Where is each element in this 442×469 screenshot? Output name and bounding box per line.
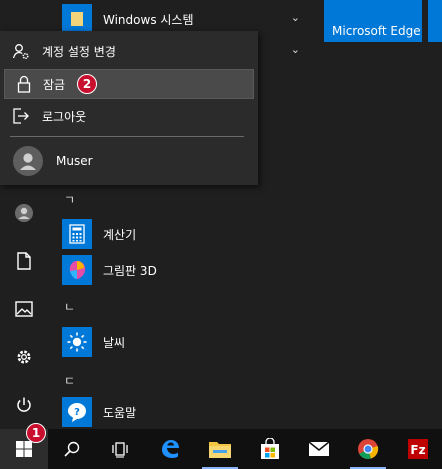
help-icon: ?	[62, 397, 92, 427]
lock-icon	[5, 75, 43, 93]
taskbar-mail-button[interactable]	[295, 429, 343, 469]
app-calculator[interactable]: 계산기	[62, 217, 136, 251]
paint3d-icon	[62, 255, 92, 285]
lock-item[interactable]: 잠금 2	[4, 69, 254, 99]
calculator-icon	[62, 219, 92, 249]
documents-button[interactable]	[0, 237, 48, 285]
filezilla-icon: Fz	[408, 439, 428, 459]
taskbar-edge-button[interactable]	[146, 429, 194, 469]
app-paint3d[interactable]: 그림판 3D	[62, 253, 157, 287]
power-icon	[17, 397, 31, 412]
account-flyout: 계정 설정 변경 잠금 2 로그아웃 Muser	[0, 31, 258, 185]
pictures-button[interactable]	[0, 285, 48, 333]
tile-label: Microsoft Edge	[332, 24, 421, 38]
taskbar-file-explorer-button[interactable]	[196, 429, 244, 469]
user-item-muser[interactable]: Muser	[0, 144, 258, 178]
sign-out-item[interactable]: 로그아웃	[0, 101, 258, 131]
avatar	[0, 146, 56, 176]
document-icon	[17, 252, 31, 270]
gear-icon	[17, 350, 31, 364]
windows-logo-icon	[16, 441, 32, 457]
sign-out-label: 로그아웃	[42, 109, 87, 124]
power-button[interactable]	[0, 381, 48, 429]
user-account-button[interactable]	[0, 189, 48, 237]
svg-text:Fz: Fz	[410, 443, 425, 457]
app-label: 그림판 3D	[103, 263, 157, 278]
user-name-label: Muser	[56, 154, 93, 168]
task-view-icon	[112, 442, 128, 458]
svg-text:?: ?	[74, 407, 80, 418]
start-button[interactable]: 1	[0, 423, 48, 469]
tile-microsoft-edge[interactable]: Microsoft Edge	[324, 0, 422, 42]
account-settings-icon	[0, 42, 42, 60]
sign-out-icon	[0, 107, 42, 125]
app-label: Windows 시스템	[103, 12, 194, 27]
app-label: 계산기	[103, 227, 137, 242]
search-icon	[64, 441, 80, 457]
app-weather[interactable]: 날씨	[62, 325, 125, 359]
sun-icon	[62, 327, 92, 357]
step-badge-1: 1	[26, 423, 46, 443]
app-label: 날씨	[103, 335, 126, 350]
flyout-divider	[10, 136, 244, 137]
lock-label: 잠금	[43, 77, 66, 92]
step-badge-2: 2	[77, 74, 98, 94]
folder-icon	[209, 442, 231, 458]
change-account-settings-label: 계정 설정 변경	[42, 44, 116, 59]
taskbar-filezilla-button[interactable]: Fz	[394, 429, 442, 469]
taskbar-chrome-button[interactable]	[344, 429, 392, 469]
app-label: 도움말	[103, 405, 137, 420]
start-menu: Windows 시스템 ⌄ ⌄ ㄱ 계산기 그림판 3D ㄴ 날씨 ㄷ ? 도움…	[0, 0, 442, 429]
section-header-n[interactable]: ㄴ	[64, 298, 75, 315]
picture-icon	[15, 301, 33, 317]
store-icon	[261, 438, 279, 459]
section-header-d[interactable]: ㄷ	[64, 372, 75, 389]
chevron-down-icon[interactable]: ⌄	[291, 11, 300, 24]
edge-icon	[162, 440, 179, 458]
chevron-down-icon[interactable]: ⌄	[291, 43, 300, 56]
taskbar: 1 Fz	[0, 423, 442, 469]
user-avatar-icon	[15, 204, 33, 222]
mail-icon	[308, 441, 330, 456]
task-view-button[interactable]	[96, 429, 144, 469]
tile-partial[interactable]	[428, 0, 442, 42]
folder-icon	[62, 4, 92, 34]
search-button[interactable]	[48, 429, 96, 469]
settings-button[interactable]	[0, 333, 48, 381]
chrome-icon	[358, 439, 379, 459]
user-avatar-icon	[13, 146, 43, 176]
change-account-settings-item[interactable]: 계정 설정 변경	[0, 36, 258, 66]
section-header-g[interactable]: ㄱ	[64, 191, 75, 208]
taskbar-store-button[interactable]	[246, 429, 294, 469]
app-help[interactable]: ? 도움말	[62, 395, 136, 429]
